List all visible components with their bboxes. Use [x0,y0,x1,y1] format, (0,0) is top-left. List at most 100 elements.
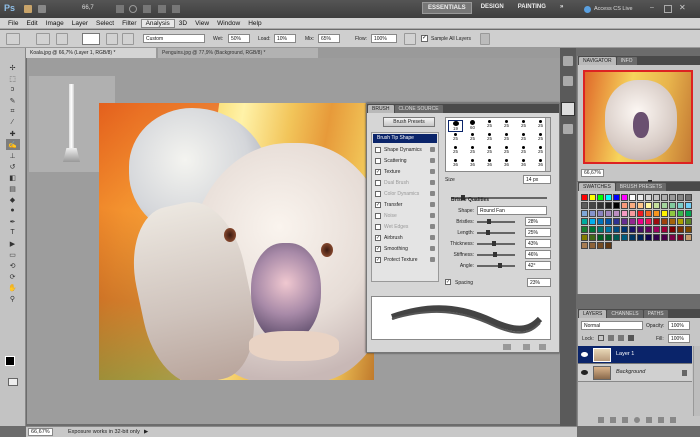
color-swatch[interactable] [581,242,588,249]
lock-icon[interactable] [430,235,435,240]
color-swatch[interactable] [661,226,668,233]
tab-swatches[interactable]: SWATCHES [579,183,615,191]
sample-all-layers-checkbox[interactable]: ✓ [421,35,428,42]
brush-option-transfer[interactable]: ✓ Transfer [372,199,438,210]
color-swatch[interactable] [653,226,660,233]
menu-edit[interactable]: Edit [22,20,41,27]
tablet-pressure-icon[interactable] [480,33,490,45]
type-tool-icon[interactable]: T [6,227,20,238]
lock-icon[interactable] [430,246,435,251]
color-swatch[interactable] [629,234,636,241]
background-layer-name[interactable]: Background [616,369,645,375]
color-swatch[interactable] [677,210,684,217]
status-arrow-icon[interactable]: ▶ [144,429,148,435]
sample-all-layers-label[interactable]: Sample All Layers [431,36,471,42]
color-swatch[interactable] [589,226,596,233]
workspace-design[interactable]: DESIGN [476,2,509,14]
menu-file[interactable]: File [4,20,22,27]
eraser-tool-icon[interactable]: ◧ [6,172,20,183]
brush-option-checkbox[interactable]: ✓ [375,234,381,241]
brush-option-checkbox[interactable] [375,179,381,186]
brush-tip-preset[interactable]: 60 [465,120,480,132]
menu-3d[interactable]: 3D [175,20,191,27]
navigator-zoom-value[interactable]: 66,67% [581,169,604,177]
doc-tab-koala[interactable]: Koala.jpg @ 66,7% (Layer 1, RGB/8) * [26,48,156,58]
status-message[interactable]: Exposure works in 32-bit only [68,429,140,435]
color-swatch[interactable] [645,226,652,233]
bristle-slider[interactable] [477,251,515,257]
color-swatch[interactable] [645,210,652,217]
tab-paths[interactable]: PATHS [643,310,668,318]
new-layer-icon[interactable] [658,417,664,423]
doc-tab-penguins[interactable]: Penguins.jpg @ 77,9% (Background, RGB/8)… [158,48,318,58]
blur-tool-icon[interactable]: ◆ [6,194,20,205]
bristle-slider[interactable] [477,262,515,268]
brush-tip-grid[interactable]: 19 60 25 25 25 25 25 25 25 25 25 25 25 25 25 25 25 25 36 36… [445,117,551,172]
color-swatch[interactable] [629,202,636,209]
brush-tip-preset[interactable]: 25 [499,133,514,145]
marquee-tool-icon[interactable]: ⬚ [6,73,20,84]
crop-tool-icon[interactable]: ⌗ [6,106,20,117]
dodge-tool-icon[interactable]: ● [6,205,20,216]
lock-icon[interactable] [430,202,435,207]
layer-row-background[interactable]: Background [578,364,692,382]
brush-tip-preset[interactable]: 25 [499,120,514,132]
size-input[interactable]: 14 px [523,175,551,184]
menu-filter[interactable]: Filter [118,20,140,27]
color-swatch[interactable] [605,210,612,217]
mixer-brush-tool-active-icon[interactable]: ✍ [5,139,20,150]
color-swatch[interactable] [605,194,612,201]
brush-tip-shape-item[interactable]: Brush Tip Shape [373,134,437,143]
color-swatch[interactable] [661,202,668,209]
color-swatch[interactable] [677,226,684,233]
color-swatch[interactable] [597,210,604,217]
color-swatch[interactable] [677,234,684,241]
color-swatch[interactable] [613,218,620,225]
color-swatch[interactable] [589,242,596,249]
workspace-essentials[interactable]: ESSENTIALS [422,2,472,14]
brush-tip-preset[interactable]: 25 [516,133,531,145]
brush-tip-preset[interactable]: 36 [499,159,514,171]
lock-icon[interactable] [430,169,435,174]
color-swatch[interactable] [589,234,596,241]
color-swatch[interactable] [597,194,604,201]
color-swatch[interactable] [613,194,620,201]
history-panel-icon[interactable] [563,56,573,66]
brush-option-smoothing[interactable]: ✓ Smoothing [372,243,438,254]
color-swatch[interactable] [629,218,636,225]
color-swatch[interactable] [669,234,676,241]
brush-panel-toggle-icon[interactable] [56,33,68,45]
eyedropper-tool-icon[interactable]: ⁄ [6,117,20,128]
brush-panel-menu-icon[interactable] [539,344,546,350]
quick-mask-icon[interactable] [8,378,18,386]
color-swatch[interactable] [613,202,620,209]
color-swatch[interactable] [589,194,596,201]
blend-mode-select[interactable]: Normal [581,321,643,330]
healing-brush-tool-icon[interactable]: ✚ [6,128,20,139]
shape-tool-icon[interactable]: ▭ [6,249,20,260]
menu-image[interactable]: Image [42,20,68,27]
brush-tip-preset[interactable]: 25 [482,133,497,145]
bristle-slider[interactable] [477,240,515,246]
menu-analysis[interactable]: Analysis [140,18,175,28]
brush-tip-preset[interactable]: 25 [465,146,480,158]
arrange-icon[interactable] [158,5,166,13]
color-swatch[interactable] [669,226,676,233]
menu-layer[interactable]: Layer [68,20,92,27]
lock-icon[interactable] [430,180,435,185]
flow-input[interactable]: 100% [371,34,397,43]
brush-option-checkbox[interactable] [375,212,381,219]
color-swatch[interactable] [597,226,604,233]
color-swatch[interactable] [605,202,612,209]
brush-presets-button[interactable]: Brush Presets [383,117,435,127]
color-swatch[interactable] [669,218,676,225]
brush-tip-preset[interactable]: 36 [516,159,531,171]
color-swatch[interactable] [581,210,588,217]
bristle-value-input[interactable]: 28% [525,217,551,226]
color-swatch[interactable] [645,194,652,201]
brush-option-checkbox[interactable] [375,157,381,164]
brush-option-wet-edges[interactable]: Wet Edges [372,221,438,232]
brush-option-checkbox[interactable] [375,146,381,153]
toggle-bristle-preview-icon[interactable] [503,344,511,350]
color-swatch[interactable] [613,234,620,241]
